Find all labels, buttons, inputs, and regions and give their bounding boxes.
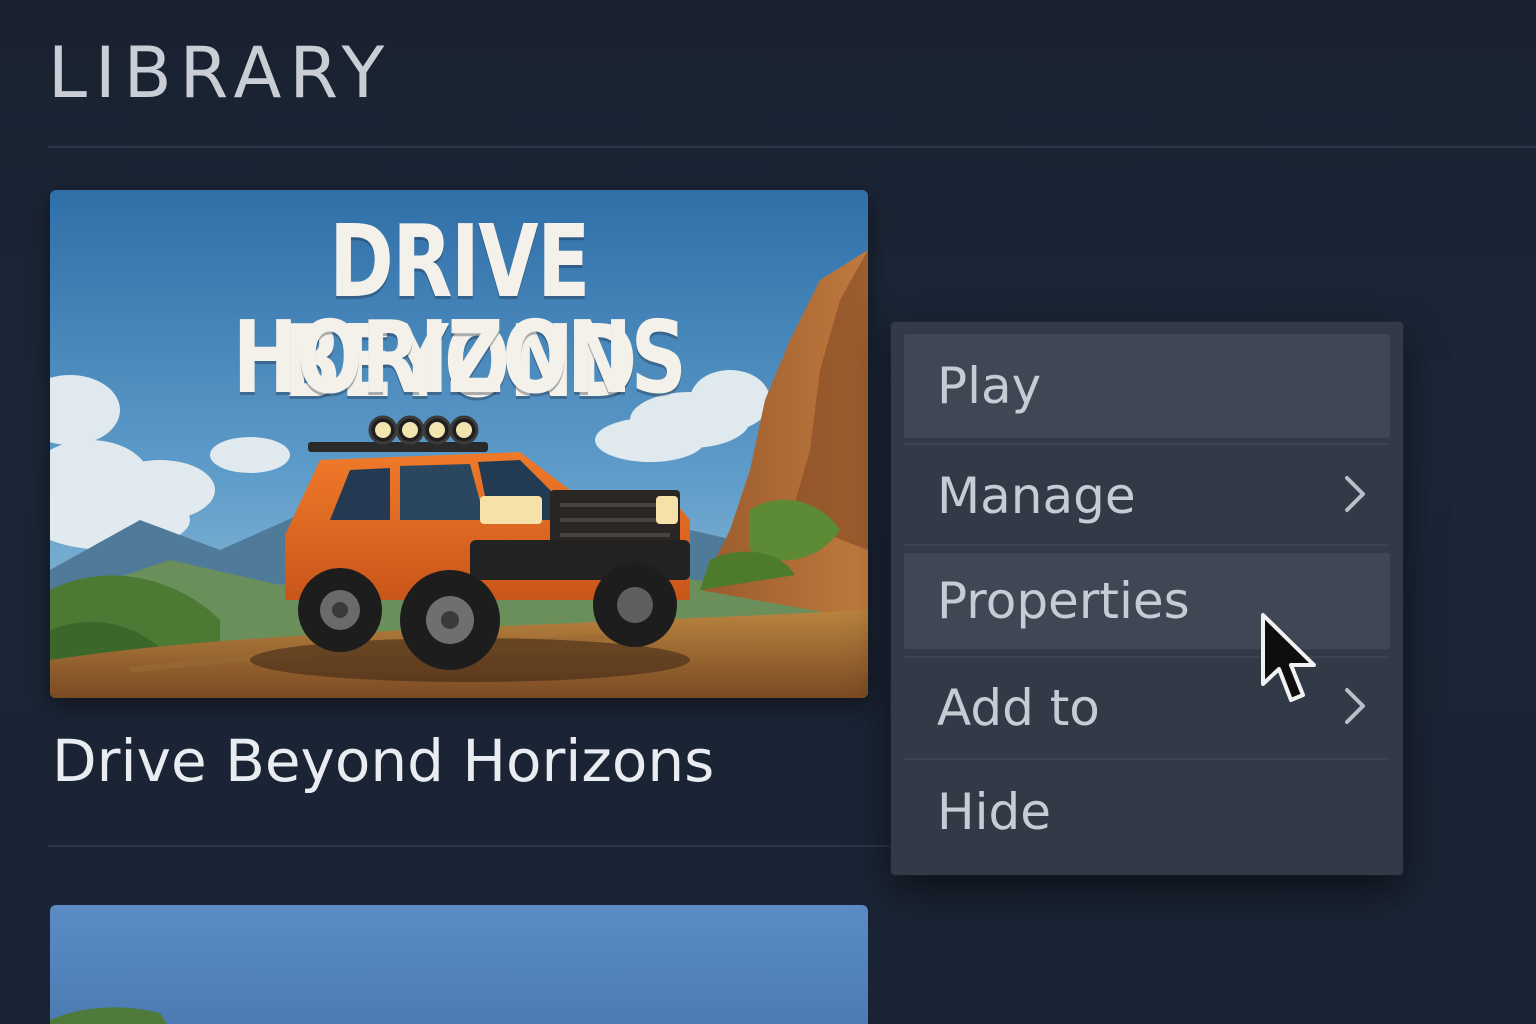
cover-title-line2: HORIZONS [232, 299, 687, 416]
menu-item-label: Manage [937, 467, 1136, 525]
menu-item-label: Properties [937, 572, 1190, 630]
menu-item-play[interactable]: Play [904, 334, 1390, 438]
page-title: LIBRARY [48, 32, 393, 114]
chevron-right-icon [1342, 474, 1368, 518]
header-divider [48, 146, 1536, 148]
library-page: LIBRARY DRIVE BEYOND HORIZONS Drive Beyo… [0, 0, 1536, 1024]
menu-item-add-to[interactable]: Add to [904, 656, 1390, 760]
menu-item-hide[interactable]: Hide [904, 760, 1390, 864]
chevron-right-icon [1342, 686, 1368, 730]
menu-item-label: Hide [937, 783, 1051, 841]
game-cover-art-2[interactable] [50, 905, 868, 1024]
context-menu: Play Manage Properties Add to Hide [891, 322, 1403, 875]
game-title[interactable]: Drive Beyond Horizons [52, 732, 714, 790]
row-divider [48, 845, 890, 847]
menu-item-label: Add to [937, 679, 1100, 737]
menu-separator [904, 544, 1390, 546]
cover-illustration-2 [50, 905, 868, 1024]
game-cover-art[interactable]: DRIVE BEYOND HORIZONS [50, 190, 868, 698]
menu-item-manage[interactable]: Manage [904, 444, 1390, 548]
menu-item-properties[interactable]: Properties [904, 553, 1390, 649]
menu-item-label: Play [937, 357, 1042, 415]
